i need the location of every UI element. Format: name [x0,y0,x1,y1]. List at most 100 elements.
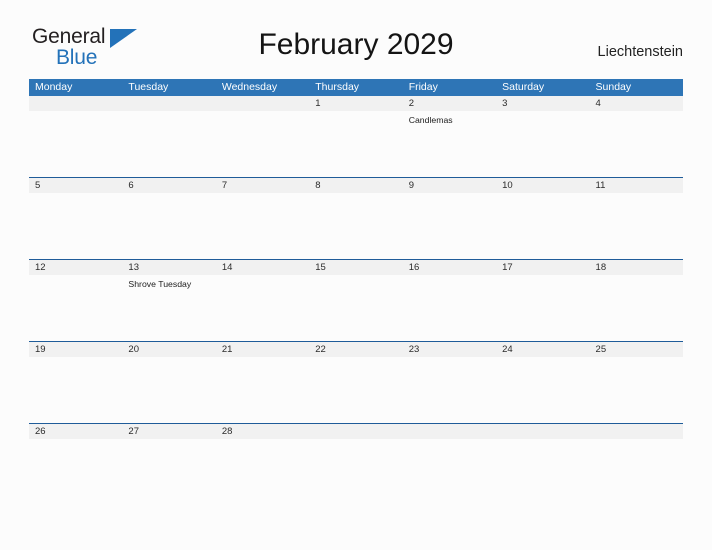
day-number: 17 [502,262,513,273]
day-events: Shrove Tuesday [122,275,215,290]
day-events [29,357,122,361]
day-number: 2 [408,98,414,109]
day-number: 5 [35,180,41,191]
calendar-day-cell[interactable]: 19 [29,342,123,423]
calendar-day-cell[interactable]: 3 [496,96,590,177]
day-events [309,275,402,279]
calendar-day-cell[interactable]: 8 [309,178,403,259]
country-label: Liechtenstein [597,44,683,60]
day-number: 3 [502,98,508,109]
calendar-day-cell[interactable]: 13 Shrove Tuesday [122,260,216,341]
page-header: General Blue February 2029 Liechtenstein [0,0,712,68]
day-number: 8 [315,180,321,191]
day-number: 14 [221,262,233,273]
calendar-page: General Blue February 2029 Liechtenstein… [0,0,712,550]
day-events [29,111,122,115]
day-number: 16 [408,262,420,273]
day-number: 15 [315,262,326,273]
calendar-day-cell[interactable]: 4 [589,96,683,177]
day-events [496,193,589,197]
calendar-day-cell[interactable]: 20 [122,342,216,423]
day-events [590,275,683,279]
day-number: 21 [221,344,233,355]
day-number: 4 [595,98,601,109]
calendar-day-cell-empty [496,424,590,505]
day-events [590,439,683,443]
calendar-day-cell[interactable]: 17 [496,260,590,341]
day-number: 26 [35,426,46,437]
day-events [496,357,589,361]
day-number: 25 [595,344,607,355]
calendar-day-cell[interactable]: 1 [309,96,403,177]
holiday-event-label: Candlemas [408,115,453,125]
calendar-day-cell[interactable]: 21 [215,342,310,423]
day-events [496,275,589,279]
day-number: 10 [502,180,513,191]
day-number: 18 [595,262,607,273]
weekday-header-row: Monday Tuesday Wednesday Thursday Friday Satu… [29,79,683,96]
day-events [590,111,683,115]
calendar-day-cell-empty [589,424,683,505]
calendar-day-cell[interactable]: 28 [215,424,310,505]
calendar-day-cell[interactable]: 11 [589,178,683,259]
calendar-day-cell[interactable]: 18 [589,260,683,341]
calendar-day-cell[interactable]: 2 Candlemas [402,96,497,177]
day-events [309,439,402,443]
calendar-day-cell[interactable]: 6 [122,178,216,259]
day-events [403,357,496,361]
calendar-day-cell[interactable]: 22 [309,342,403,423]
calendar-day-cell-empty [309,424,403,505]
calendar-day-cell[interactable]: 15 [309,260,403,341]
day-number: 9 [408,180,414,191]
day-number: 20 [128,344,139,355]
day-events [590,193,683,197]
calendar-day-cell[interactable]: 16 [402,260,497,341]
holiday-event-label: Shrove Tuesday [128,279,192,289]
calendar-day-cell-empty [215,96,310,177]
day-events [29,193,122,197]
day-number: 11 [595,180,606,191]
calendar-week-row: 1 2 Candlemas 3 4 [29,96,683,177]
calendar-day-cell-empty [29,96,123,177]
calendar-day-cell[interactable]: 10 [496,178,590,259]
day-events [403,193,496,197]
calendar-day-cell-empty [402,424,497,505]
day-events [122,111,215,115]
calendar-day-cell[interactable]: 14 [215,260,310,341]
day-number: 24 [502,344,513,355]
calendar-day-cell-empty [122,96,216,177]
calendar-day-cell[interactable]: 7 [215,178,310,259]
day-events [309,111,402,115]
day-number: 27 [128,426,139,437]
calendar-day-cell[interactable]: 24 [496,342,590,423]
calendar-grid: Monday Tuesday Wednesday Thursday Friday Satu… [29,79,683,505]
day-events [122,193,215,197]
day-number: 19 [35,344,46,355]
weekday-header-friday: Friday [408,81,438,93]
calendar-day-cell[interactable]: 12 [29,260,123,341]
day-number: 23 [408,344,420,355]
calendar-day-cell[interactable]: 25 [589,342,683,423]
day-events [403,439,496,443]
calendar-day-cell[interactable]: 9 [402,178,497,259]
calendar-week-row: 5 6 7 8 9 10 11 [29,177,683,259]
calendar-day-cell[interactable]: 26 [29,424,123,505]
day-events [309,357,402,361]
calendar-day-cell[interactable]: 27 [122,424,216,505]
day-events [309,193,402,197]
day-events [122,439,215,443]
calendar-day-cell[interactable]: 5 [29,178,123,259]
weekday-header-monday: Monday [35,81,73,93]
weekday-header-wednesday: Wednesday [221,81,278,93]
day-number: 1 [315,98,321,109]
day-events [496,439,589,443]
day-number: 22 [315,344,326,355]
day-events [216,439,309,443]
calendar-day-cell[interactable]: 23 [402,342,497,423]
day-events [29,275,122,279]
day-events [216,275,309,279]
weekday-header-thursday: Thursday [315,81,360,93]
day-events [403,275,496,279]
day-number: 28 [221,426,233,437]
day-events [122,357,215,361]
